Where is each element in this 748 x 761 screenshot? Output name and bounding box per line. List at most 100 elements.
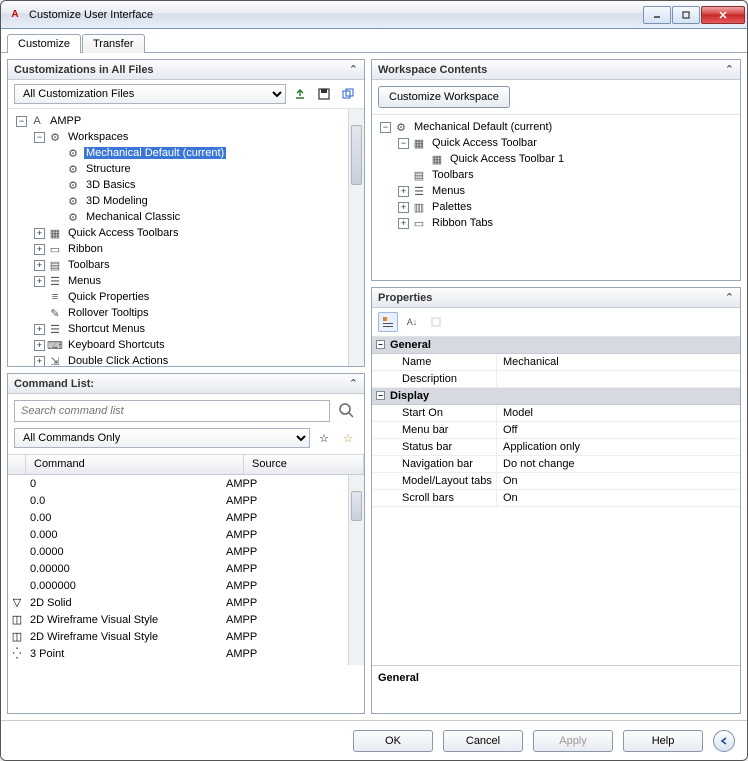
property-value[interactable]: Application only [496,439,740,455]
tree-item[interactable]: −⚙Mechanical Default (current) [374,119,738,135]
command-row[interactable]: 0.000AMPP [8,526,364,543]
tab-customize[interactable]: Customize [7,34,81,53]
apply-button[interactable]: Apply [533,730,613,752]
search-input[interactable] [14,400,330,422]
property-value[interactable]: Model [496,405,740,421]
property-value[interactable] [496,371,740,387]
property-value[interactable]: Mechanical [496,354,740,370]
tree-item[interactable]: ⚙3D Modeling [10,193,362,209]
tree-item[interactable]: −▦Quick Access Toolbar [374,135,738,151]
tree-item[interactable]: +▦Quick Access Toolbars [10,225,362,241]
command-row[interactable]: ◫2D Wireframe Visual StyleAMPP [8,611,364,628]
command-row[interactable]: 0.00AMPP [8,509,364,526]
minimize-button[interactable] [643,6,671,24]
cancel-button[interactable]: Cancel [443,730,523,752]
property-row[interactable]: Model/Layout tabsOn [372,473,740,490]
tree-item[interactable]: ▤Toolbars [374,167,738,183]
expand-icon[interactable]: − [34,132,45,143]
tree-item[interactable]: +☰Menus [10,273,362,289]
expand-icon[interactable]: + [34,228,45,239]
star-add-icon[interactable]: ☆ [338,428,358,448]
tree-item[interactable]: +⌨Keyboard Shortcuts [10,337,362,353]
tree-item[interactable]: ⚙Mechanical Default (current) [10,145,362,161]
filter-combo[interactable]: All Commands Only [14,428,310,448]
property-row[interactable]: Description [372,371,740,388]
customizations-tree[interactable]: −AAMPP−⚙Workspaces⚙Mechanical Default (c… [8,109,364,366]
maximize-button[interactable] [672,6,700,24]
search-icon[interactable] [336,400,358,422]
expand-icon[interactable]: + [34,260,45,271]
property-value[interactable]: On [496,490,740,506]
command-row[interactable]: 0.00000AMPP [8,560,364,577]
categorized-icon[interactable] [378,312,398,332]
command-col-source[interactable]: Source [244,455,364,474]
property-row[interactable]: Menu barOff [372,422,740,439]
property-row[interactable]: NameMechanical [372,354,740,371]
property-value[interactable]: Off [496,422,740,438]
property-row[interactable]: Start OnModel [372,405,740,422]
expand-icon[interactable]: + [34,340,45,351]
customize-workspace-button[interactable]: Customize Workspace [378,86,510,108]
property-pages-icon[interactable] [426,312,446,332]
property-value[interactable]: Do not change [496,456,740,472]
tree-item[interactable]: +▤Toolbars [10,257,362,273]
multi-window-icon[interactable] [338,84,358,104]
command-table-body[interactable]: 0AMPP0.0AMPP0.00AMPP0.000AMPP0.0000AMPP0… [8,475,364,665]
tab-transfer[interactable]: Transfer [82,34,145,53]
property-row[interactable]: Scroll barsOn [372,490,740,507]
expand-collapse-button[interactable] [713,730,735,752]
property-value[interactable]: On [496,473,740,489]
tree-item[interactable]: ⚙Mechanical Classic [10,209,362,225]
tree-item[interactable]: −⚙Workspaces [10,129,362,145]
load-icon[interactable] [290,84,310,104]
star-icon[interactable]: ☆ [314,428,334,448]
expand-icon[interactable]: − [398,138,409,149]
scrollbar-thumb[interactable] [351,125,362,185]
command-row[interactable]: 0AMPP [8,475,364,492]
property-row[interactable]: Status barApplication only [372,439,740,456]
close-button[interactable] [701,6,745,24]
command-col-command[interactable]: Command [26,455,244,474]
tree-item[interactable]: ✎Rollover Tooltips [10,305,362,321]
customizations-combo[interactable]: All Customization Files [14,84,286,104]
help-button[interactable]: Help [623,730,703,752]
tree-item[interactable]: ▦Quick Access Toolbar 1 [374,151,738,167]
property-category[interactable]: −Display [372,388,740,405]
command-col-icon[interactable] [8,455,26,474]
tree-item[interactable]: +☰Shortcut Menus [10,321,362,337]
collapse-icon[interactable]: ⌃ [725,291,734,304]
property-row[interactable]: Navigation barDo not change [372,456,740,473]
cmd-scrollbar[interactable] [348,475,364,665]
tree-item[interactable]: +▥Palettes [374,199,738,215]
expand-icon[interactable]: − [380,122,391,133]
collapse-icon[interactable]: ⌃ [349,63,358,76]
tree-item[interactable]: +▭Ribbon [10,241,362,257]
tree-scrollbar[interactable] [348,109,364,366]
expand-icon[interactable]: + [398,218,409,229]
collapse-icon[interactable]: ⌃ [725,63,734,76]
expand-icon[interactable]: − [16,116,27,127]
command-row[interactable]: 0.0000AMPP [8,543,364,560]
collapse-icon[interactable]: ⌃ [349,377,358,390]
tree-item[interactable]: ⚙Structure [10,161,362,177]
expand-icon[interactable]: + [34,244,45,255]
ok-button[interactable]: OK [353,730,433,752]
properties-grid[interactable]: −GeneralNameMechanicalDescription−Displa… [372,337,740,665]
expand-icon[interactable]: + [398,202,409,213]
expand-icon[interactable]: + [34,324,45,335]
save-icon[interactable] [314,84,334,104]
tree-item[interactable]: −AAMPP [10,113,362,129]
alphabetical-icon[interactable]: A↓ [402,312,422,332]
command-row[interactable]: ◫2D Wireframe Visual StyleAMPP [8,628,364,645]
collapse-icon[interactable]: − [376,391,385,400]
property-category[interactable]: −General [372,337,740,354]
command-row[interactable]: 0.0AMPP [8,492,364,509]
expand-icon[interactable]: + [398,186,409,197]
expand-icon[interactable]: + [34,356,45,367]
tree-item[interactable]: +☰Menus [374,183,738,199]
command-row[interactable]: 0.000000AMPP [8,577,364,594]
expand-icon[interactable]: + [34,276,45,287]
command-row[interactable]: ⁛3 PointAMPP [8,645,364,662]
tree-item[interactable]: ⚙3D Basics [10,177,362,193]
collapse-icon[interactable]: − [376,340,385,349]
